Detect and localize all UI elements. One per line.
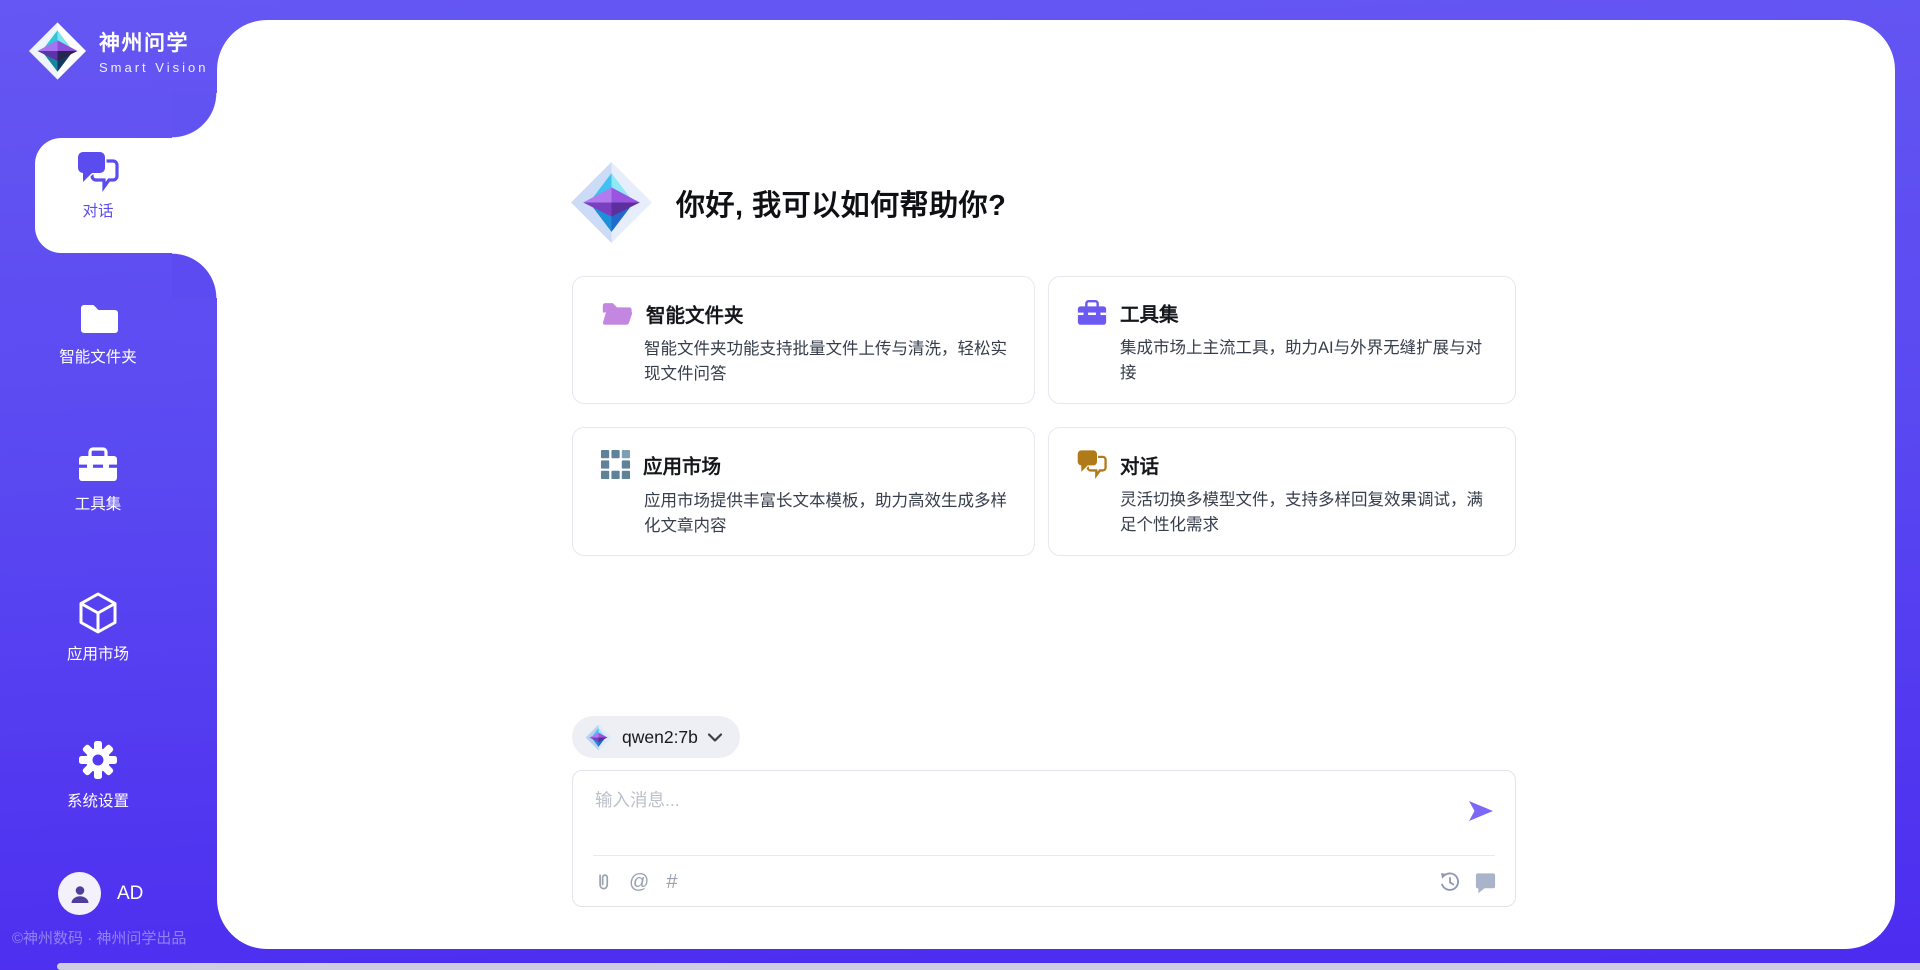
- message-input[interactable]: [595, 787, 1435, 847]
- card-title: 对话: [1120, 450, 1159, 479]
- chat-bubble-icon: [1474, 871, 1497, 894]
- composer-divider: [593, 855, 1495, 856]
- card-smart-folder[interactable]: 智能文件夹 智能文件夹功能支持批量文件上传与清洗，轻松实现文件问答: [572, 276, 1035, 404]
- active-tab-fillet-bottom: [172, 253, 217, 298]
- main-panel: 你好, 我可以如何帮助你? 智能文件夹 智能文件夹功能支持批量文件上传与清洗，轻…: [217, 20, 1895, 949]
- briefcase-icon: [76, 445, 120, 485]
- toolbox-icon: [1076, 298, 1108, 327]
- card-title: 工具集: [1120, 298, 1179, 327]
- person-icon: [68, 882, 92, 906]
- sidebar-item-chat[interactable]: 对话: [0, 150, 196, 221]
- composer: @ #: [572, 770, 1516, 907]
- sidebar: 神州问学 Smart Vision 对话 智能文件夹: [0, 0, 217, 970]
- model-name: qwen2:7b: [622, 727, 698, 748]
- quick-phrase-button[interactable]: [1474, 871, 1497, 894]
- model-logo-icon: [585, 724, 612, 751]
- hash-icon: #: [666, 871, 677, 894]
- feature-cards: 智能文件夹 智能文件夹功能支持批量文件上传与清洗，轻松实现文件问答 工具集 集成…: [572, 276, 1516, 556]
- card-chat[interactable]: 对话 灵活切换多模型文件，支持多样回复效果调试，满足个性化需求: [1048, 427, 1516, 556]
- sidebar-item-app-market[interactable]: 应用市场: [0, 591, 196, 664]
- send-button[interactable]: [1465, 797, 1497, 827]
- horizontal-scrollbar[interactable]: [57, 963, 1920, 970]
- gear-icon: [76, 738, 120, 782]
- chat-bubbles-icon: [76, 150, 120, 192]
- card-title: 智能文件夹: [646, 299, 744, 328]
- at-icon: @: [629, 871, 649, 894]
- paperclip-icon: [595, 871, 612, 894]
- sidebar-item-label: 智能文件夹: [59, 345, 137, 367]
- sidebar-item-settings[interactable]: 系统设置: [0, 738, 196, 811]
- active-tab-fillet-top: [172, 93, 217, 138]
- mention-button[interactable]: @: [629, 871, 649, 894]
- chat-icon: [1076, 449, 1108, 479]
- card-description: 智能文件夹功能支持批量文件上传与清洗，轻松实现文件问答: [644, 337, 1010, 387]
- topic-button[interactable]: #: [666, 871, 677, 894]
- card-description: 集成市场上主流工具，助力AI与外界无缝扩展与对接: [1120, 336, 1491, 386]
- folder-open-icon: [600, 298, 634, 328]
- sidebar-item-toolset[interactable]: 工具集: [0, 445, 196, 514]
- card-description: 应用市场提供丰富长文本模板，助力高效生成多样化文章内容: [644, 489, 1010, 539]
- sidebar-item-label: 对话: [82, 199, 113, 221]
- send-icon: [1468, 800, 1494, 822]
- user-profile[interactable]: AD: [58, 872, 143, 915]
- sidebar-item-label: 应用市场: [67, 642, 129, 664]
- app-window: 你好, 我可以如何帮助你? 智能文件夹 智能文件夹功能支持批量文件上传与清洗，轻…: [0, 0, 1920, 970]
- copyright-footer: ©神州数码 · 神州问学出品: [12, 927, 186, 948]
- greeting: 你好, 我可以如何帮助你?: [569, 160, 1006, 245]
- sidebar-item-label: 工具集: [75, 492, 122, 514]
- sidebar-item-smart-folder[interactable]: 智能文件夹: [0, 298, 196, 367]
- cube-icon: [76, 591, 120, 635]
- sidebar-item-label: 系统设置: [67, 789, 129, 811]
- brand-logo: 神州问学 Smart Vision: [26, 21, 208, 81]
- card-app-market[interactable]: 应用市场 应用市场提供丰富长文本模板，助力高效生成多样化文章内容: [572, 427, 1035, 556]
- grid-icon: [600, 449, 631, 480]
- card-description: 灵活切换多模型文件，支持多样回复效果调试，满足个性化需求: [1120, 488, 1491, 538]
- greeting-title: 你好, 我可以如何帮助你?: [676, 182, 1006, 224]
- history-clock-icon: [1439, 871, 1461, 893]
- avatar: [58, 872, 101, 915]
- assistant-logo-icon: [569, 160, 654, 245]
- attach-button[interactable]: [595, 871, 612, 894]
- model-selector[interactable]: qwen2:7b: [572, 716, 740, 758]
- card-toolset[interactable]: 工具集 集成市场上主流工具，助力AI与外界无缝扩展与对接: [1048, 276, 1516, 404]
- chevron-down-icon: [708, 733, 722, 742]
- brand-subtitle: Smart Vision: [99, 60, 208, 75]
- user-initials: AD: [117, 883, 143, 905]
- history-button[interactable]: [1439, 871, 1461, 893]
- brand-logo-icon: [26, 21, 89, 81]
- brand-name: 神州问学: [99, 27, 208, 57]
- folder-icon: [76, 298, 120, 338]
- card-title: 应用市场: [643, 450, 721, 479]
